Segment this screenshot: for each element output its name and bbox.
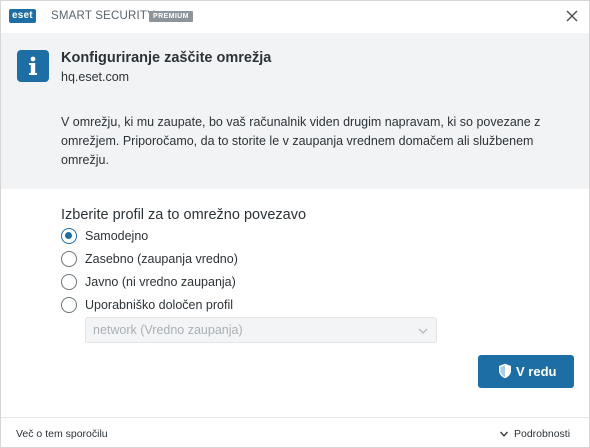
close-icon[interactable]	[563, 7, 581, 25]
chevron-down-icon	[418, 328, 428, 334]
radio-label: Javno (ni vredno zaupanja)	[85, 275, 236, 289]
product-name: SMART SECURITY	[51, 10, 155, 22]
info-icon	[17, 50, 49, 82]
eset-logo: eset	[9, 9, 36, 23]
select-value: network (Vredno zaupanja)	[93, 323, 243, 337]
radio-option-custom[interactable]: Uporabniško določen profil	[61, 295, 233, 315]
footer-divider	[1, 417, 589, 418]
radio-button[interactable]	[61, 274, 77, 290]
radio-label: Samodejno	[85, 229, 149, 243]
radio-option-automatic[interactable]: Samodejno	[61, 226, 148, 246]
dialog-description: V omrežju, ki mu zaupate, bo vaš računal…	[61, 115, 541, 167]
radio-option-public[interactable]: Javno (ni vredno zaupanja)	[61, 272, 236, 292]
radio-label: Uporabniško določen profil	[85, 298, 234, 312]
details-label: Podrobnosti	[514, 428, 571, 440]
title-bar: eset SMART SECURITY PREMIUM	[1, 1, 589, 33]
info-panel: Konfiguriranje zaščite omrežja hq.eset.c…	[1, 33, 589, 189]
radio-button[interactable]	[61, 228, 77, 244]
dialog-heading: Konfiguriranje zaščite omrežja	[61, 50, 272, 66]
radio-label: Zasebno (zaupanja vredno)	[85, 252, 238, 266]
chevron-down-icon	[500, 431, 508, 437]
radio-option-private[interactable]: Zasebno (zaupanja vredno)	[61, 249, 238, 269]
details-toggle[interactable]: Podrobnosti	[499, 427, 570, 441]
dialog-window: eset SMART SECURITY PREMIUM Konfiguriran…	[0, 0, 590, 448]
custom-profile-select[interactable]: network (Vredno zaupanja)	[85, 317, 437, 343]
tier-badge: PREMIUM	[149, 11, 193, 22]
network-host: hq.eset.com	[61, 70, 130, 84]
more-info-link[interactable]: Več o tem sporočilu	[16, 427, 108, 441]
ok-button[interactable]: V redu	[478, 355, 574, 388]
radio-button[interactable]	[61, 251, 77, 267]
radio-button[interactable]	[61, 297, 77, 313]
ok-button-label: V redu	[516, 364, 557, 379]
profile-section-title: Izberite profil za to omrežno povezavo	[61, 207, 307, 223]
shield-icon	[499, 363, 511, 379]
